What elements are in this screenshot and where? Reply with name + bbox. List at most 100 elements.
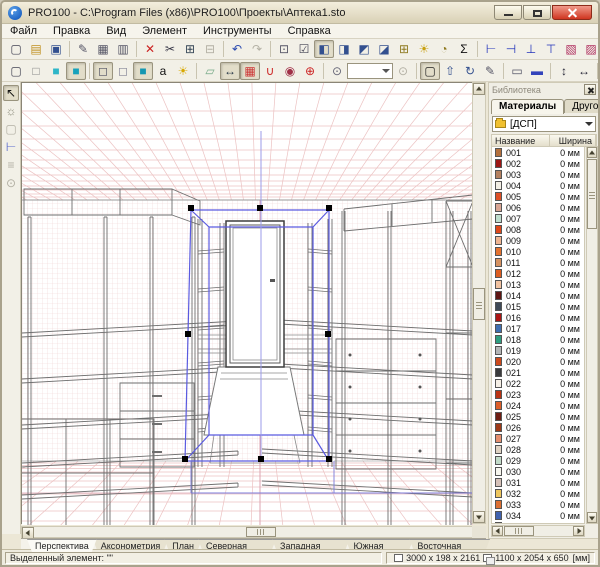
scroll-down-icon[interactable] — [473, 511, 485, 523]
show-lights-icon[interactable]: ☀ — [173, 62, 193, 80]
hscroll-thumb[interactable] — [246, 527, 276, 537]
auto-center-icon[interactable]: ⊕ — [300, 62, 320, 80]
material-list[interactable]: 0010 мм0020 мм0030 мм0040 мм0050 мм0060 … — [491, 146, 585, 524]
material-hscroll-thumb[interactable] — [504, 526, 534, 536]
material-row-019[interactable]: 0190 мм — [492, 345, 584, 356]
panel-structure-icon[interactable]: ◧ — [314, 40, 334, 58]
material-row-013[interactable]: 0130 мм — [492, 279, 584, 290]
show-grid-icon[interactable]: ▦ — [240, 62, 260, 80]
material-row-034[interactable]: 0340 мм — [492, 510, 584, 521]
print-icon[interactable]: ▦ — [93, 40, 113, 58]
view-tab-0[interactable]: Перспектива — [27, 539, 97, 552]
paste-icon[interactable]: ⊟ — [200, 40, 220, 58]
material-row-031[interactable]: 0310 мм — [492, 477, 584, 488]
view-solid-icon[interactable]: ■ — [133, 62, 153, 80]
material-row-014[interactable]: 0140 мм — [492, 290, 584, 301]
panel-prices-icon[interactable]: ⊞ — [394, 40, 414, 58]
menu-item-5[interactable]: Справка — [280, 25, 339, 37]
menu-item-1[interactable]: Правка — [45, 25, 98, 37]
page-tool-icon[interactable]: ▢ — [3, 121, 19, 137]
redo-icon[interactable]: ↷ — [247, 40, 267, 58]
orbit-center-icon[interactable]: ◉ — [280, 62, 300, 80]
put-on-floor-icon[interactable]: ⊥ — [521, 40, 541, 58]
delete-icon[interactable]: ✕ — [140, 40, 160, 58]
snap-magnet-icon[interactable]: ∪ — [260, 62, 280, 80]
material-row-026[interactable]: 0260 мм — [492, 422, 584, 433]
select-rect-icon[interactable]: ▭ — [507, 62, 527, 80]
library-tab-other[interactable]: Другое — [564, 99, 600, 113]
open-folder-icon[interactable]: ▤ — [26, 40, 46, 58]
material-row-027[interactable]: 0270 мм — [492, 433, 584, 444]
zoom-out-icon[interactable]: ⊙ — [393, 62, 413, 80]
material-folder-select[interactable]: [ДСП] — [492, 116, 596, 132]
material-row-016[interactable]: 0160 мм — [492, 312, 584, 323]
material-row-029[interactable]: 0290 мм — [492, 455, 584, 466]
show-text-icon[interactable]: a — [153, 62, 173, 80]
material-row-012[interactable]: 0120 мм — [492, 268, 584, 279]
view-white-icon[interactable]: □ — [26, 62, 46, 80]
new-file-icon[interactable]: ▢ — [6, 40, 26, 58]
dimension-tool-icon[interactable]: ⊢ — [3, 139, 19, 155]
panel-lights-icon[interactable]: ☀ — [414, 40, 434, 58]
material-row-022[interactable]: 0220 мм — [492, 378, 584, 389]
material-row-021[interactable]: 0210 мм — [492, 367, 584, 378]
material-row-007[interactable]: 0070 мм — [492, 213, 584, 224]
scroll-left-icon[interactable] — [492, 526, 503, 536]
menu-item-2[interactable]: Вид — [98, 25, 134, 37]
material-row-033[interactable]: 0330 мм — [492, 499, 584, 510]
material-row-008[interactable]: 0080 мм — [492, 224, 584, 235]
material-row-010[interactable]: 0100 мм — [492, 246, 584, 257]
view-wireframe-icon[interactable]: ▢ — [6, 62, 26, 80]
raise-tool-icon[interactable]: ⇧ — [440, 62, 460, 80]
light-mode-icon[interactable]: ☼ — [3, 103, 19, 119]
edit-front-icon[interactable]: ▧ — [561, 40, 581, 58]
report-sigma-icon[interactable]: Σ — [454, 40, 474, 58]
settings-check-icon[interactable]: ☑ — [294, 40, 314, 58]
pointer-tool-icon[interactable]: ↖ — [3, 85, 19, 101]
view-edges-icon[interactable]: ◻ — [113, 62, 133, 80]
material-row-025[interactable]: 0250 мм — [492, 411, 584, 422]
title-bar[interactable]: PRO100 - C:\Program Files (x86)\PRO100\П… — [2, 2, 598, 24]
menu-item-3[interactable]: Элемент — [134, 25, 195, 37]
material-list-vscrollbar[interactable] — [586, 146, 598, 524]
material-row-002[interactable]: 0020 мм — [492, 158, 584, 169]
view-textured-icon[interactable]: ■ — [66, 62, 86, 80]
material-row-011[interactable]: 0110 мм — [492, 257, 584, 268]
view-color-icon[interactable]: ■ — [46, 62, 66, 80]
material-row-020[interactable]: 0200 мм — [492, 356, 584, 367]
viewport-hscrollbar[interactable] — [21, 526, 486, 538]
material-vscroll-thumb[interactable] — [587, 159, 597, 229]
panel-clock-icon[interactable]: ◔ — [434, 40, 454, 58]
undo-icon[interactable]: ↶ — [227, 40, 247, 58]
material-row-024[interactable]: 0240 мм — [492, 400, 584, 411]
material-row-030[interactable]: 0300 мм — [492, 466, 584, 477]
stretch-horizontal-icon[interactable]: ↔ — [574, 62, 594, 80]
material-row-018[interactable]: 0180 мм — [492, 334, 584, 345]
properties-icon[interactable]: ⊡ — [274, 40, 294, 58]
material-row-028[interactable]: 0280 мм — [492, 444, 584, 455]
panel-library-icon[interactable]: ◩ — [354, 40, 374, 58]
column-name[interactable]: Название — [492, 135, 550, 146]
copy-icon[interactable]: ⊞ — [180, 40, 200, 58]
material-row-001[interactable]: 0010 мм — [492, 147, 584, 158]
scroll-up-icon[interactable] — [587, 147, 597, 158]
hang-on-wall-icon[interactable]: ⊤ — [541, 40, 561, 58]
edit-back-icon[interactable]: ▨ — [581, 40, 600, 58]
menu-item-4[interactable]: Инструменты — [195, 25, 280, 37]
minimize-button[interactable] — [494, 5, 522, 20]
print-preview-icon[interactable]: ▥ — [113, 40, 133, 58]
material-row-035[interactable]: 0350 мм — [492, 521, 584, 524]
shape-tool-icon[interactable]: ✎ — [480, 62, 500, 80]
zoom-tool-icon[interactable]: ⊙ — [3, 175, 19, 191]
material-row-023[interactable]: 0230 мм — [492, 389, 584, 400]
scroll-up-icon[interactable] — [473, 83, 485, 95]
distortion-icon[interactable]: ▱ — [200, 62, 220, 80]
material-row-006[interactable]: 0060 мм — [492, 202, 584, 213]
move-to-left-wall-icon[interactable]: ⊢ — [481, 40, 501, 58]
material-list-hscrollbar[interactable] — [491, 525, 585, 537]
zoom-combo[interactable] — [347, 63, 393, 79]
select-filled-icon[interactable]: ▬ — [527, 62, 547, 80]
page-setup-icon[interactable]: ✎ — [73, 40, 93, 58]
close-button[interactable] — [552, 5, 592, 20]
scroll-down-icon[interactable] — [587, 512, 597, 523]
